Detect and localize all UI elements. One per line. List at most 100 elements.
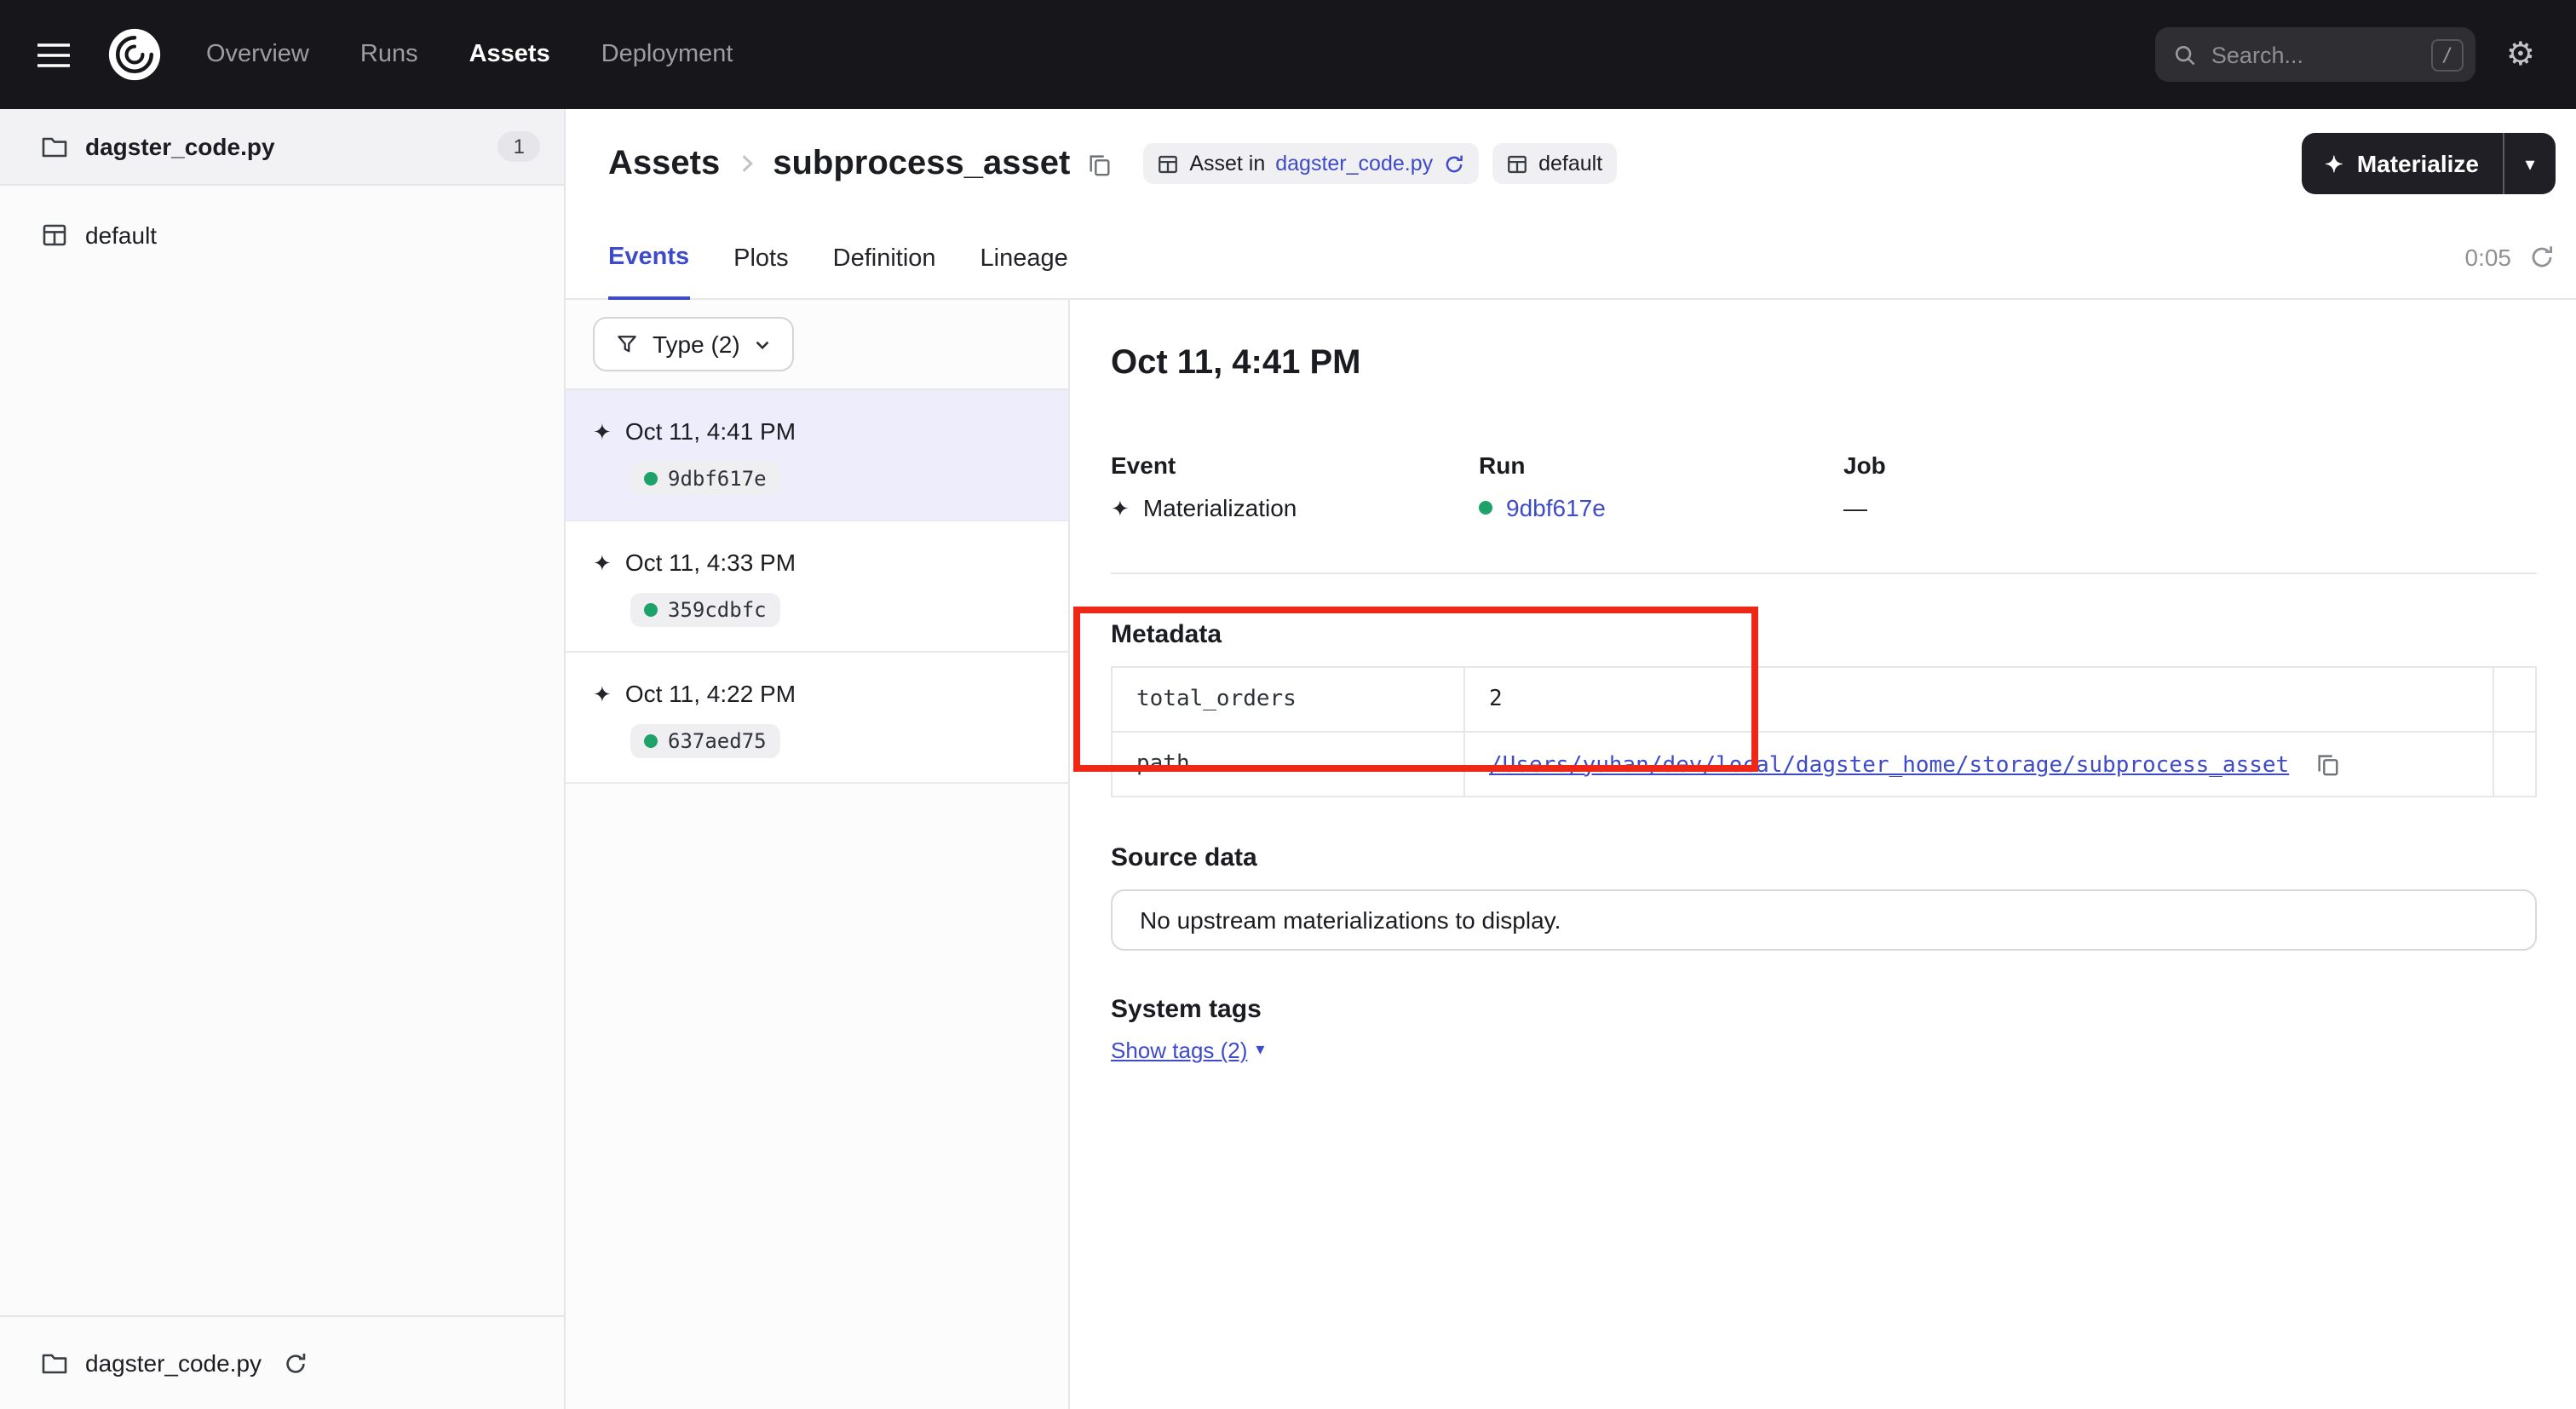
materialization-sparkle-icon: ✦ — [593, 551, 612, 573]
tab-lineage[interactable]: Lineage — [980, 245, 1068, 298]
refresh-countdown: 0:05 — [2465, 244, 2512, 271]
copy-path-button[interactable] — [2316, 751, 2342, 776]
reload-code-location-button[interactable] — [282, 1350, 308, 1376]
caret-down-icon: ▾ — [1256, 1041, 1264, 1060]
nav-item-deployment[interactable]: Deployment — [601, 41, 733, 68]
refresh-icon — [2528, 244, 2556, 271]
top-navigation-bar: Overview Runs Assets Deployment Search..… — [0, 0, 2576, 109]
source-data-section-title: Source data — [1111, 843, 2537, 872]
materialize-sparkle-icon: ✦ — [2325, 152, 2343, 175]
sidebar-item-group-default[interactable]: default — [0, 204, 564, 266]
search-icon — [2172, 42, 2198, 67]
asset-tag-code-location-link[interactable]: dagster_code.py — [1275, 152, 1433, 175]
asset-group-icon — [1506, 152, 1528, 175]
metadata-key: path — [1112, 732, 1464, 797]
chevron-down-icon — [754, 335, 773, 354]
tab-plots[interactable]: Plots — [733, 245, 789, 298]
materialization-sparkle-icon: ✦ — [1111, 497, 1130, 519]
metadata-spacer-cell — [2493, 667, 2536, 732]
metadata-row: total_orders 2 — [1112, 667, 2536, 732]
search-input[interactable]: Search... / — [2155, 27, 2475, 82]
type-filter-label: Type (2) — [653, 331, 740, 358]
asset-group-icon — [41, 221, 68, 249]
sidebar-item-code-location[interactable]: dagster_code.py 1 — [0, 109, 564, 186]
caret-down-icon: ▾ — [2525, 152, 2534, 175]
event-filter-strip: Type (2) — [566, 300, 1068, 390]
materialize-dropdown-button[interactable]: ▾ — [2504, 133, 2556, 194]
source-data-empty-state: No upstream materializations to display. — [1111, 889, 2537, 951]
tab-events[interactable]: Events — [608, 244, 689, 300]
nav-item-overview[interactable]: Overview — [206, 41, 309, 68]
show-tags-label: Show tags (2) — [1111, 1038, 1247, 1063]
asset-groups-sidebar: dagster_code.py 1 default dagster_code.p… — [0, 109, 566, 1409]
search-shortcut-badge: / — [2431, 38, 2464, 71]
refresh-icon — [1443, 152, 1465, 175]
run-id: 637aed75 — [668, 729, 767, 753]
materialization-sparkle-icon: ✦ — [593, 682, 612, 704]
asset-tags: Asset in dagster_code.py default — [1143, 143, 1616, 184]
run-id-link[interactable]: 9dbf617e — [1506, 494, 1606, 521]
hamburger-icon — [37, 42, 70, 67]
event-list-item[interactable]: ✦ Oct 11, 4:41 PM 9dbf617e — [566, 390, 1068, 521]
refresh-button[interactable] — [2528, 244, 2556, 271]
menu-button[interactable] — [37, 42, 70, 67]
nav-item-runs[interactable]: Runs — [360, 41, 418, 68]
run-id-pill[interactable]: 9dbf617e — [630, 462, 780, 496]
system-tags-section-title: System tags — [1111, 995, 2537, 1024]
asset-in-code-location-tag: Asset in dagster_code.py — [1143, 143, 1479, 184]
folder-icon — [41, 1349, 68, 1377]
filter-funnel-icon — [615, 332, 639, 356]
metadata-key: total_orders — [1112, 667, 1464, 732]
tab-definition[interactable]: Definition — [833, 245, 936, 298]
job-column-label: Job — [1843, 451, 2537, 479]
event-column-label: Event — [1111, 451, 1479, 479]
run-id-pill[interactable]: 359cdbfc — [630, 593, 780, 627]
footer-code-location-label: dagster_code.py — [85, 1349, 262, 1377]
type-filter-button[interactable]: Type (2) — [593, 317, 795, 371]
materialize-button[interactable]: ✦ Materialize — [2301, 133, 2504, 194]
asset-detail-main: Assets subprocess_asset Asset in dagster… — [566, 109, 2576, 1409]
page-title-asset-name: subprocess_asset — [773, 144, 1070, 183]
metadata-row: path /Users/yuhan/dev/local/dagster_home… — [1112, 732, 2536, 797]
materialize-button-group: ✦ Materialize ▾ — [2301, 133, 2556, 194]
group-tag[interactable]: default — [1492, 143, 1616, 184]
search-placeholder: Search... — [2211, 42, 2418, 67]
nav-item-assets[interactable]: Assets — [469, 41, 550, 68]
event-list-panel: Type (2) ✦ Oct 11, 4:41 PM 9dbf617e — [566, 300, 1070, 1409]
event-list-item[interactable]: ✦ Oct 11, 4:22 PM 637aed75 — [566, 653, 1068, 784]
run-column-label: Run — [1479, 451, 1843, 479]
copy-asset-name-button[interactable] — [1087, 151, 1113, 176]
job-icon — [1157, 152, 1179, 175]
asset-tabs: Events Plots Definition Lineage 0:05 — [566, 198, 2576, 300]
run-status-success-dot — [644, 734, 658, 748]
event-list-item[interactable]: ✦ Oct 11, 4:33 PM 359cdbfc — [566, 521, 1068, 653]
materialization-sparkle-icon: ✦ — [593, 420, 612, 442]
metadata-value: 2 — [1464, 667, 2493, 732]
job-value-empty: — — [1843, 494, 1867, 521]
asset-tag-prefix: Asset in — [1189, 152, 1265, 175]
event-detail-panel: Oct 11, 4:41 PM Event ✦ Materialization … — [1070, 300, 2576, 1409]
event-timestamp: Oct 11, 4:22 PM — [625, 680, 796, 707]
sidebar-footer-code-location: dagster_code.py — [0, 1315, 564, 1409]
group-tag-label: default — [1538, 152, 1602, 175]
event-timestamp: Oct 11, 4:33 PM — [625, 549, 796, 576]
copy-icon — [2316, 751, 2342, 776]
run-status-success-dot — [644, 603, 658, 617]
event-timestamp: Oct 11, 4:41 PM — [625, 417, 796, 445]
code-location-label: dagster_code.py — [85, 133, 275, 160]
section-divider — [1111, 572, 2537, 574]
settings-gear-icon[interactable]: ⚙ — [2506, 38, 2535, 71]
run-id-pill[interactable]: 637aed75 — [630, 724, 780, 758]
run-id: 359cdbfc — [668, 598, 767, 622]
metadata-value: /Users/yuhan/dev/local/dagster_home/stor… — [1464, 732, 2493, 797]
reload-definitions-button[interactable] — [1443, 152, 1465, 175]
dagster-logo-icon[interactable] — [107, 27, 162, 82]
folder-icon — [41, 133, 68, 160]
run-id: 9dbf617e — [668, 467, 767, 491]
breadcrumb-assets[interactable]: Assets — [608, 144, 720, 183]
dagster-app: Overview Runs Assets Deployment Search..… — [0, 0, 2576, 1409]
event-detail-title: Oct 11, 4:41 PM — [1111, 344, 2537, 383]
copy-icon — [1087, 151, 1113, 176]
show-tags-toggle[interactable]: Show tags (2) ▾ — [1111, 1038, 1264, 1063]
metadata-path-link[interactable]: /Users/yuhan/dev/local/dagster_home/stor… — [1489, 752, 2289, 778]
